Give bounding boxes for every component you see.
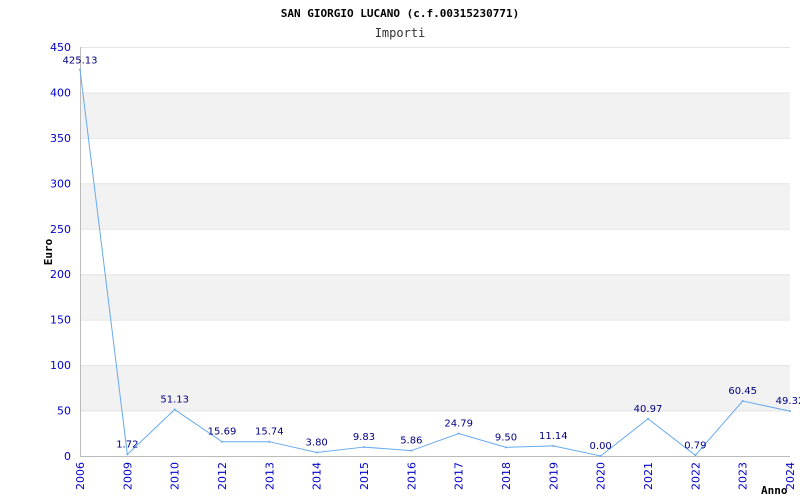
- chart-title: SAN GIORGIO LUCANO (c.f.00315230771): [281, 7, 519, 20]
- data-point: [552, 444, 555, 447]
- y-tick-label: 50: [57, 405, 71, 418]
- x-tick-label: 2010: [169, 462, 182, 490]
- data-label: 3.80: [306, 438, 328, 449]
- data-point: [741, 400, 744, 403]
- x-tick-label: 2020: [595, 462, 608, 490]
- x-tick-label: 2006: [74, 462, 87, 490]
- y-tick-label: 0: [64, 450, 71, 463]
- data-point: [173, 408, 176, 411]
- data-label: 5.86: [400, 436, 422, 447]
- x-tick-label: 2021: [642, 462, 655, 490]
- x-tick-label: 2013: [263, 462, 276, 490]
- x-tick-label: 2018: [500, 462, 513, 490]
- x-tick-label: 2009: [121, 462, 134, 490]
- data-label: 9.50: [495, 432, 517, 443]
- data-point: [79, 68, 81, 71]
- data-point: [694, 454, 697, 457]
- x-tick-label: 2016: [405, 462, 418, 490]
- data-label: 0.00: [590, 441, 612, 452]
- data-label: 49.32: [776, 396, 800, 407]
- x-tick-label: 2023: [737, 462, 750, 490]
- y-tick-label: 300: [50, 177, 71, 190]
- data-label: 40.97: [634, 404, 663, 415]
- grid-band: [80, 92, 790, 138]
- grid-bands: [80, 92, 790, 411]
- data-label: 425.13: [63, 56, 98, 67]
- line-chart: SAN GIORGIO LUCANO (c.f.00315230771) Imp…: [42, 7, 800, 497]
- data-label: 24.79: [444, 418, 473, 429]
- data-point: [221, 440, 223, 443]
- y-tick-label: 250: [50, 223, 71, 236]
- x-tick-labels: 2006 2009 2010 2012 2013 2014 2015 2016 2017 2018…: [74, 462, 797, 490]
- x-tick-label: 2019: [547, 462, 560, 490]
- y-tick-label: 100: [50, 359, 71, 372]
- data-label: 0.79: [684, 440, 706, 451]
- data-point: [315, 451, 318, 454]
- data-point: [457, 432, 460, 435]
- data-point: [599, 455, 602, 457]
- y-tick-label: 150: [50, 314, 71, 327]
- data-point: [126, 453, 129, 456]
- data-point: [505, 446, 507, 449]
- data-label: 51.13: [160, 395, 189, 406]
- x-tick-label: 2014: [311, 462, 324, 490]
- y-tick-label: 450: [50, 41, 71, 54]
- data-point: [410, 449, 413, 452]
- chart-subtitle: Importi: [375, 26, 426, 40]
- data-point: [789, 410, 791, 413]
- x-tick-label: 2015: [358, 462, 371, 490]
- grid-band: [80, 274, 790, 320]
- y-axis-title: Euro: [42, 238, 55, 265]
- grid-band: [80, 183, 790, 229]
- data-label: 15.74: [255, 427, 284, 438]
- data-point: [647, 417, 649, 420]
- data-label: 9.83: [353, 432, 375, 443]
- x-tick-label: 2017: [453, 462, 466, 490]
- data-label: 1.72: [116, 439, 138, 450]
- x-axis-title: Anno: [761, 484, 788, 497]
- data-label: 11.14: [539, 431, 568, 442]
- y-tick-label: 400: [50, 86, 71, 99]
- x-tick-label: 2012: [216, 462, 229, 490]
- data-point: [363, 446, 365, 449]
- data-point: [268, 440, 271, 443]
- x-tick-label: 2022: [689, 462, 702, 490]
- data-label: 15.69: [208, 427, 237, 438]
- y-tick-label: 350: [50, 132, 71, 145]
- y-tick-label: 200: [50, 268, 71, 281]
- data-label: 60.45: [728, 386, 757, 397]
